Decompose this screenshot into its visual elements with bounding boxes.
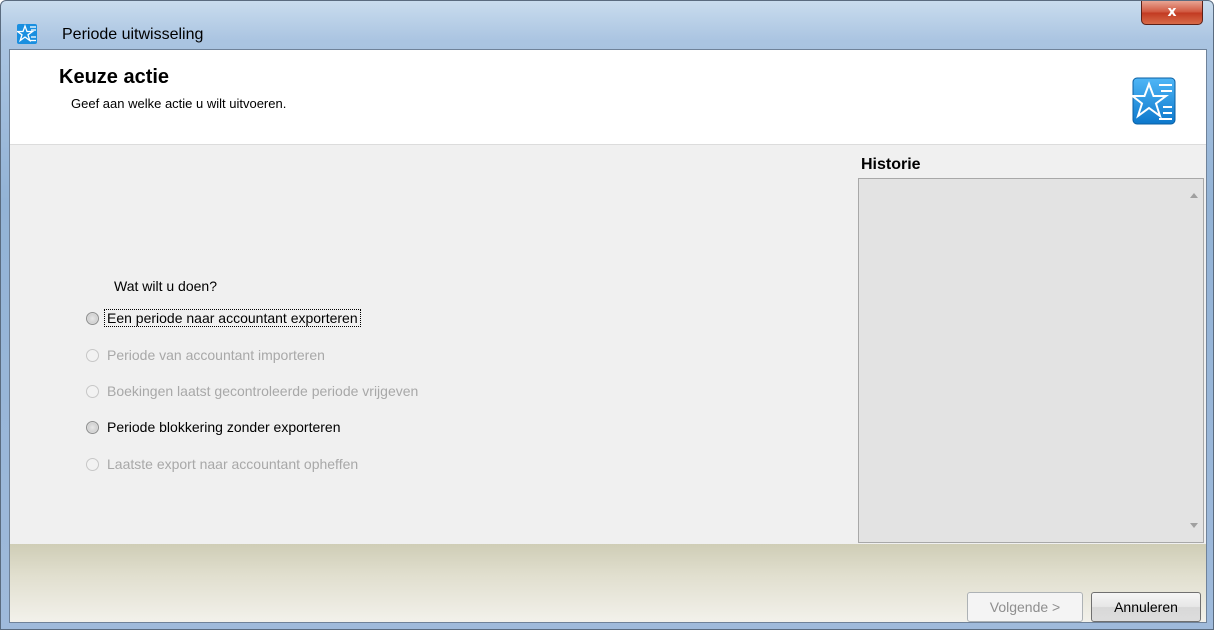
radio-circle[interactable] <box>86 420 99 434</box>
option-label: Periode van accountant importeren <box>107 347 325 363</box>
wizard-footer: Volgende > Annuleren <box>10 544 1206 622</box>
dialog-window: Periode uitwisseling x Keuze actie Geef … <box>0 0 1214 630</box>
scroll-down-icon[interactable] <box>1190 523 1198 528</box>
option-label: Een periode naar accountant exporteren <box>104 309 361 327</box>
cancel-button[interactable]: Annuleren <box>1091 592 1201 622</box>
close-button[interactable]: x <box>1141 1 1203 25</box>
option-block-period[interactable]: Periode blokkering zonder exporteren <box>86 416 340 438</box>
option-import-period: Periode van accountant importeren <box>86 344 325 366</box>
window-title: Periode uitwisseling <box>62 26 204 43</box>
title-bar[interactable]: Periode uitwisseling x <box>1 1 1213 49</box>
radio-circle <box>86 384 99 398</box>
question-label: Wat wilt u doen? <box>114 278 217 294</box>
option-cancel-export: Laatste export naar accountant opheffen <box>86 453 358 475</box>
next-button[interactable]: Volgende > <box>967 592 1083 622</box>
wizard-star-icon <box>1132 77 1176 125</box>
option-label: Laatste export naar accountant opheffen <box>107 456 359 472</box>
wizard-header: Keuze actie Geef aan welke actie u wilt … <box>10 50 1206 145</box>
radio-circle <box>86 348 99 362</box>
history-list[interactable] <box>858 178 1204 543</box>
option-export-period[interactable]: Een periode naar accountant exporteren <box>86 307 361 329</box>
radio-circle[interactable] <box>86 311 99 325</box>
scroll-up-icon[interactable] <box>1190 193 1198 198</box>
app-star-icon <box>17 24 37 44</box>
page-title: Keuze actie <box>59 66 170 88</box>
history-label: Historie <box>861 156 921 173</box>
history-scrollbar[interactable] <box>1186 179 1203 542</box>
option-label: Periode blokkering zonder exporteren <box>107 419 341 435</box>
radio-circle <box>86 457 99 471</box>
option-release-bookings: Boekingen laatst gecontroleerde periode … <box>86 380 418 402</box>
option-label: Boekingen laatst gecontroleerde periode … <box>107 383 419 399</box>
page-subtitle: Geef aan welke actie u wilt uitvoeren. <box>71 96 287 111</box>
dialog-content: Keuze actie Geef aan welke actie u wilt … <box>9 49 1207 623</box>
